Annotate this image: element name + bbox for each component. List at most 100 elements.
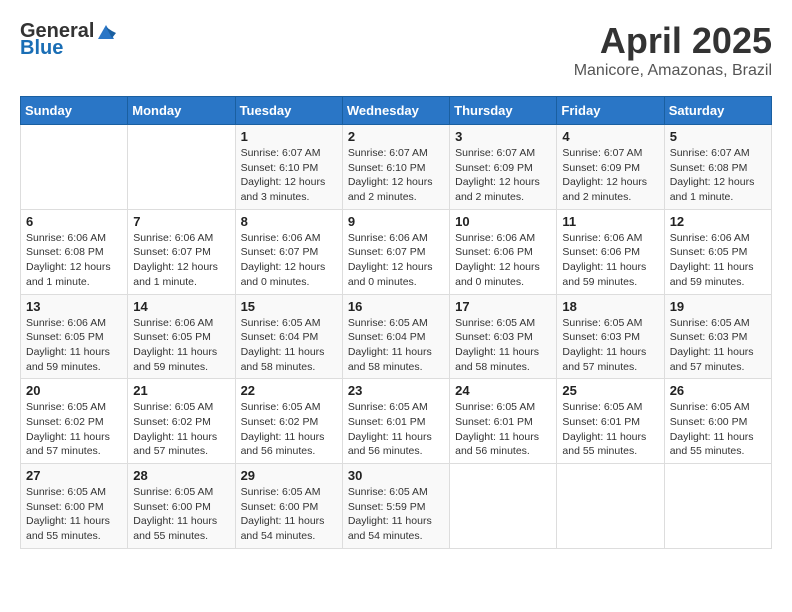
calendar-cell: 23 Sunrise: 6:05 AM Sunset: 6:01 PM Dayli… — [342, 379, 449, 464]
calendar-cell: 8 Sunrise: 6:06 AM Sunset: 6:07 PM Daylig… — [235, 209, 342, 294]
weekday-header-row: SundayMondayTuesdayWednesdayThursdayFrid… — [21, 97, 772, 125]
week-row-5: 27 Sunrise: 6:05 AM Sunset: 6:00 PM Dayli… — [21, 464, 772, 549]
day-number: 10 — [455, 214, 551, 229]
location-title: Manicore, Amazonas, Brazil — [574, 62, 772, 80]
day-info: Sunrise: 6:05 AM Sunset: 6:00 PM Dayligh… — [241, 485, 337, 544]
day-info: Sunrise: 6:05 AM Sunset: 6:04 PM Dayligh… — [348, 316, 444, 375]
day-number: 9 — [348, 214, 444, 229]
day-number: 22 — [241, 383, 337, 398]
day-number: 4 — [562, 129, 658, 144]
day-number: 3 — [455, 129, 551, 144]
day-number: 7 — [133, 214, 229, 229]
calendar-cell: 24 Sunrise: 6:05 AM Sunset: 6:01 PM Dayli… — [450, 379, 557, 464]
title-area: April 2025 Manicore, Amazonas, Brazil — [574, 20, 772, 80]
calendar-cell: 19 Sunrise: 6:05 AM Sunset: 6:03 PM Dayli… — [664, 294, 771, 379]
day-info: Sunrise: 6:06 AM Sunset: 6:08 PM Dayligh… — [26, 231, 122, 290]
day-number: 12 — [670, 214, 766, 229]
day-number: 17 — [455, 299, 551, 314]
day-info: Sunrise: 6:06 AM Sunset: 6:05 PM Dayligh… — [133, 316, 229, 375]
calendar-cell: 18 Sunrise: 6:05 AM Sunset: 6:03 PM Dayli… — [557, 294, 664, 379]
day-info: Sunrise: 6:07 AM Sunset: 6:10 PM Dayligh… — [241, 146, 337, 205]
day-number: 26 — [670, 383, 766, 398]
day-info: Sunrise: 6:06 AM Sunset: 6:05 PM Dayligh… — [26, 316, 122, 375]
weekday-header-saturday: Saturday — [664, 97, 771, 125]
day-info: Sunrise: 6:05 AM Sunset: 6:03 PM Dayligh… — [670, 316, 766, 375]
calendar-cell: 12Sunrise: 6:06 AM Sunset: 6:05 PM Dayli… — [664, 209, 771, 294]
calendar-cell: 25 Sunrise: 6:05 AM Sunset: 6:01 PM Dayli… — [557, 379, 664, 464]
calendar-cell: 15 Sunrise: 6:05 AM Sunset: 6:04 PM Dayli… — [235, 294, 342, 379]
logo: General Blue — [20, 20, 116, 60]
calendar-cell: 2 Sunrise: 6:07 AM Sunset: 6:10 PM Daylig… — [342, 125, 449, 210]
day-info: Sunrise: 6:06 AM Sunset: 6:06 PM Dayligh… — [562, 231, 658, 290]
day-info: Sunrise: 6:07 AM Sunset: 6:09 PM Dayligh… — [562, 146, 658, 205]
day-number: 24 — [455, 383, 551, 398]
day-number: 5 — [670, 129, 766, 144]
calendar-cell: 21 Sunrise: 6:05 AM Sunset: 6:02 PM Dayli… — [128, 379, 235, 464]
calendar: SundayMondayTuesdayWednesdayThursdayFrid… — [20, 96, 772, 549]
day-number: 1 — [241, 129, 337, 144]
day-info: Sunrise: 6:05 AM Sunset: 6:04 PM Dayligh… — [241, 316, 337, 375]
day-number: 23 — [348, 383, 444, 398]
day-number: 11 — [562, 214, 658, 229]
day-info: Sunrise: 6:06 AM Sunset: 6:07 PM Dayligh… — [133, 231, 229, 290]
day-number: 28 — [133, 468, 229, 483]
day-info: Sunrise: 6:05 AM Sunset: 6:01 PM Dayligh… — [455, 400, 551, 459]
month-title: April 2025 — [574, 20, 772, 62]
day-info: Sunrise: 6:05 AM Sunset: 6:00 PM Dayligh… — [670, 400, 766, 459]
day-number: 14 — [133, 299, 229, 314]
calendar-cell: 20 Sunrise: 6:05 AM Sunset: 6:02 PM Dayli… — [21, 379, 128, 464]
day-number: 29 — [241, 468, 337, 483]
calendar-cell — [664, 464, 771, 549]
day-info: Sunrise: 6:05 AM Sunset: 5:59 PM Dayligh… — [348, 485, 444, 544]
calendar-cell: 9 Sunrise: 6:06 AM Sunset: 6:07 PM Daylig… — [342, 209, 449, 294]
day-number: 8 — [241, 214, 337, 229]
calendar-cell: 17 Sunrise: 6:05 AM Sunset: 6:03 PM Dayli… — [450, 294, 557, 379]
day-info: Sunrise: 6:06 AM Sunset: 6:07 PM Dayligh… — [348, 231, 444, 290]
weekday-header-tuesday: Tuesday — [235, 97, 342, 125]
day-info: Sunrise: 6:07 AM Sunset: 6:09 PM Dayligh… — [455, 146, 551, 205]
calendar-cell — [450, 464, 557, 549]
calendar-cell: 7 Sunrise: 6:06 AM Sunset: 6:07 PM Daylig… — [128, 209, 235, 294]
day-info: Sunrise: 6:05 AM Sunset: 6:01 PM Dayligh… — [562, 400, 658, 459]
weekday-header-thursday: Thursday — [450, 97, 557, 125]
day-info: Sunrise: 6:05 AM Sunset: 6:02 PM Dayligh… — [133, 400, 229, 459]
day-info: Sunrise: 6:05 AM Sunset: 6:03 PM Dayligh… — [455, 316, 551, 375]
day-info: Sunrise: 6:05 AM Sunset: 6:03 PM Dayligh… — [562, 316, 658, 375]
day-number: 16 — [348, 299, 444, 314]
header: General Blue April 2025 Manicore, Amazon… — [20, 20, 772, 80]
day-number: 18 — [562, 299, 658, 314]
day-info: Sunrise: 6:05 AM Sunset: 6:02 PM Dayligh… — [241, 400, 337, 459]
day-info: Sunrise: 6:05 AM Sunset: 6:00 PM Dayligh… — [26, 485, 122, 544]
calendar-cell: 14 Sunrise: 6:06 AM Sunset: 6:05 PM Dayli… — [128, 294, 235, 379]
calendar-cell: 6Sunrise: 6:06 AM Sunset: 6:08 PM Daylig… — [21, 209, 128, 294]
calendar-cell: 28Sunrise: 6:05 AM Sunset: 6:00 PM Dayli… — [128, 464, 235, 549]
weekday-header-monday: Monday — [128, 97, 235, 125]
day-number: 2 — [348, 129, 444, 144]
day-info: Sunrise: 6:05 AM Sunset: 6:02 PM Dayligh… — [26, 400, 122, 459]
calendar-cell: 26 Sunrise: 6:05 AM Sunset: 6:00 PM Dayli… — [664, 379, 771, 464]
calendar-cell — [21, 125, 128, 210]
day-info: Sunrise: 6:06 AM Sunset: 6:07 PM Dayligh… — [241, 231, 337, 290]
day-info: Sunrise: 6:05 AM Sunset: 6:01 PM Dayligh… — [348, 400, 444, 459]
calendar-cell: 13 Sunrise: 6:06 AM Sunset: 6:05 PM Dayli… — [21, 294, 128, 379]
day-number: 13 — [26, 299, 122, 314]
day-number: 20 — [26, 383, 122, 398]
day-number: 15 — [241, 299, 337, 314]
day-number: 27 — [26, 468, 122, 483]
day-number: 25 — [562, 383, 658, 398]
day-info: Sunrise: 6:07 AM Sunset: 6:08 PM Dayligh… — [670, 146, 766, 205]
calendar-cell: 29 Sunrise: 6:05 AM Sunset: 6:00 PM Dayli… — [235, 464, 342, 549]
week-row-3: 13 Sunrise: 6:06 AM Sunset: 6:05 PM Dayli… — [21, 294, 772, 379]
calendar-cell: 3 Sunrise: 6:07 AM Sunset: 6:09 PM Daylig… — [450, 125, 557, 210]
day-info: Sunrise: 6:07 AM Sunset: 6:10 PM Dayligh… — [348, 146, 444, 205]
weekday-header-wednesday: Wednesday — [342, 97, 449, 125]
calendar-cell — [128, 125, 235, 210]
calendar-cell: 16 Sunrise: 6:05 AM Sunset: 6:04 PM Dayli… — [342, 294, 449, 379]
week-row-4: 20 Sunrise: 6:05 AM Sunset: 6:02 PM Dayli… — [21, 379, 772, 464]
day-number: 30 — [348, 468, 444, 483]
day-number: 21 — [133, 383, 229, 398]
weekday-header-friday: Friday — [557, 97, 664, 125]
calendar-cell — [557, 464, 664, 549]
calendar-cell: 1 Sunrise: 6:07 AM Sunset: 6:10 PM Daylig… — [235, 125, 342, 210]
day-number: 19 — [670, 299, 766, 314]
